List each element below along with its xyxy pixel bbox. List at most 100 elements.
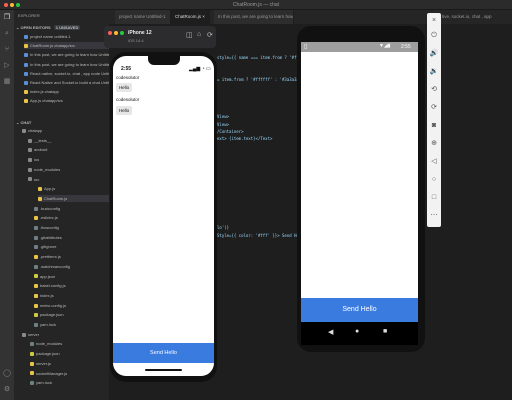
- folder-icon: [28, 167, 32, 172]
- open-editors-header[interactable]: ⌄ OPEN EDITORS 1 UNSAVED: [16, 24, 81, 31]
- send-hello-button[interactable]: Send Hello: [301, 298, 418, 322]
- extensions-icon[interactable]: ▦: [3, 78, 11, 86]
- file-tree-label: package.json: [40, 312, 64, 318]
- rotate-left-icon[interactable]: ⟲: [429, 85, 439, 95]
- file-tree-item[interactable]: node_modules: [30, 340, 62, 347]
- simulator-ios-version: iOS 14.4: [128, 38, 144, 43]
- volume-up-icon[interactable]: 🔊: [429, 49, 439, 59]
- close-icon[interactable]: ×: [429, 16, 439, 26]
- close-window-icon[interactable]: [108, 31, 112, 35]
- open-editor-label: In this post, we are going to learn how …: [30, 52, 109, 58]
- tab-project-name[interactable]: project name Untitled-1: [115, 10, 171, 24]
- close-window-icon[interactable]: [4, 3, 8, 7]
- file-tree-item[interactable]: babel.config.js: [34, 282, 66, 289]
- maximize-window-icon[interactable]: [16, 3, 20, 7]
- file-icon: [34, 206, 38, 211]
- file-tree-item[interactable]: chatapp: [22, 127, 42, 134]
- open-editor-item[interactable]: ChatRoom.js chatapp/src: [24, 42, 109, 50]
- file-icon: [30, 361, 34, 366]
- recents-icon[interactable]: ■: [383, 328, 387, 335]
- back-icon[interactable]: ◀: [328, 328, 333, 336]
- file-tree-item[interactable]: android: [28, 146, 47, 153]
- open-editor-item[interactable]: index.js chatapp: [24, 88, 59, 95]
- power-icon[interactable]: ⏻: [429, 31, 439, 41]
- open-editor-label: React native, socket.io, chat , app node…: [30, 70, 109, 76]
- signal-battery-icon: ▼◢▮: [379, 43, 391, 49]
- file-tree-item[interactable]: package.json: [34, 311, 64, 318]
- file-tree-item[interactable]: App.js: [38, 185, 55, 192]
- file-tree-item[interactable]: ChatRoom.js: [38, 194, 109, 202]
- run-debug-icon[interactable]: ▷: [3, 62, 11, 70]
- file-tree-item[interactable]: yarn.lock: [30, 379, 52, 386]
- settings-gear-icon[interactable]: ⚙: [3, 386, 11, 394]
- minimize-window-icon[interactable]: [10, 3, 14, 7]
- file-tree-label: index.js: [40, 292, 54, 298]
- code-line: /Container>: [217, 129, 244, 134]
- file-tree-item[interactable]: node_modules: [28, 166, 60, 173]
- file-tree-item[interactable]: socketManager.js: [30, 370, 67, 377]
- rotate-right-icon[interactable]: ⟳: [429, 103, 439, 113]
- file-tree-item[interactable]: __tests__: [28, 137, 51, 144]
- editor-tab-overflow[interactable]: tive, socket.io, chat , app: [442, 10, 512, 24]
- file-icon: [34, 274, 38, 279]
- folder-icon: [28, 138, 32, 143]
- open-editor-item[interactable]: App.js chatapp/src: [24, 97, 63, 104]
- file-tree-item[interactable]: package.json: [30, 350, 60, 357]
- source-control-icon[interactable]: ⑂: [3, 46, 11, 54]
- account-icon[interactable]: ◯: [3, 370, 11, 378]
- files-icon[interactable]: ❐: [3, 14, 11, 22]
- tab-chatroom[interactable]: ChatRoom.js ×: [171, 10, 210, 24]
- file-tree-label: App.js: [44, 186, 56, 192]
- close-tab-icon[interactable]: ×: [202, 14, 205, 19]
- search-icon[interactable]: ⌕: [3, 30, 11, 38]
- file-tree-item[interactable]: .eslintrc.js: [34, 214, 58, 221]
- open-editor-item[interactable]: In this post, we are going to learn how …: [24, 51, 109, 58]
- file-icon: [34, 313, 38, 318]
- camera-icon[interactable]: ◙: [429, 121, 439, 131]
- minimize-window-icon[interactable]: [114, 31, 118, 35]
- file-tree-item[interactable]: .gitignore: [34, 243, 56, 250]
- unsaved-badge: 1 UNSAVED: [53, 25, 81, 30]
- home-icon[interactable]: ●: [355, 328, 359, 335]
- file-tree-item[interactable]: yarn.lock: [34, 321, 56, 328]
- back-icon[interactable]: ◁: [429, 157, 439, 167]
- file-tree-item[interactable]: server.js: [30, 360, 51, 367]
- overview-icon[interactable]: □: [429, 193, 439, 203]
- project-header[interactable]: ⌄ CHAT: [16, 119, 31, 126]
- volume-down-icon[interactable]: 🔉: [429, 67, 439, 77]
- code-line: lo')}: [217, 225, 230, 231]
- file-tree-item[interactable]: server: [22, 331, 39, 338]
- code-line: View>: [217, 114, 230, 120]
- open-editor-item[interactable]: project name untitled-1: [24, 33, 71, 40]
- open-editor-item[interactable]: React Native and Socket.io build a chat …: [24, 79, 109, 86]
- open-editor-item[interactable]: React native, socket.io, chat , app node…: [24, 70, 109, 77]
- file-tree-item[interactable]: src: [28, 176, 39, 183]
- more-icon[interactable]: ⋯: [429, 211, 439, 221]
- open-editor-label: index.js chatapp: [30, 89, 59, 95]
- home-icon[interactable]: ○: [429, 175, 439, 185]
- file-tree-label: .prettierrc.js: [40, 254, 61, 260]
- file-tree-item[interactable]: metro.config.js: [34, 302, 66, 309]
- file-tree-item[interactable]: .prettierrc.js: [34, 253, 61, 260]
- file-tree-item[interactable]: index.js: [34, 292, 54, 299]
- tab-post-draft[interactable]: In this post, we are going to learn how: [214, 10, 294, 24]
- iphone-notch: [148, 56, 180, 65]
- js-file-icon: [24, 99, 28, 104]
- file-tree-label: app.json: [40, 273, 56, 279]
- folder-icon: [22, 332, 26, 337]
- open-editor-item[interactable]: In this post, we are going to learn how …: [24, 61, 109, 68]
- home-icon[interactable]: ⌂: [197, 31, 201, 38]
- file-tree-item[interactable]: .gitattributes: [34, 234, 62, 241]
- file-icon: [34, 255, 38, 260]
- send-hello-button[interactable]: Send Hello: [113, 343, 214, 363]
- screenshot-icon[interactable]: ◫: [186, 31, 193, 39]
- file-tree-label: node_modules: [36, 341, 63, 347]
- file-tree-item[interactable]: .buckconfig: [34, 205, 60, 212]
- file-tree-item[interactable]: .watchmanconfig: [34, 263, 70, 270]
- maximize-window-icon[interactable]: [120, 31, 124, 35]
- rotate-icon[interactable]: ⟳: [207, 31, 213, 39]
- file-tree-item[interactable]: ios: [28, 156, 39, 163]
- file-tree-item[interactable]: .flowconfig: [34, 224, 59, 231]
- file-tree-item[interactable]: app.json: [34, 273, 55, 280]
- zoom-icon[interactable]: ⊕: [429, 139, 439, 149]
